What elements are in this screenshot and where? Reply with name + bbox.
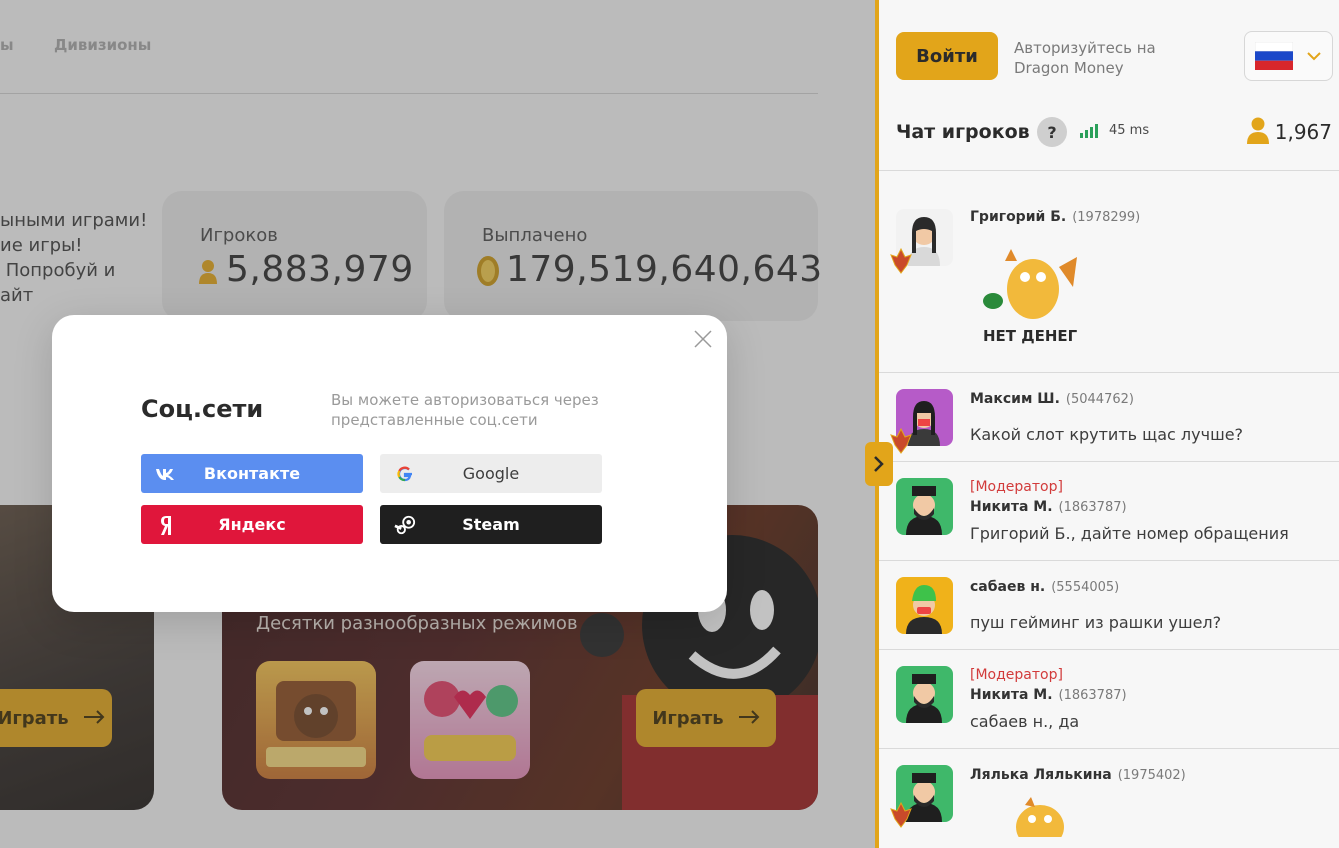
sticker-caption: НЕТ ДЕНЕГ <box>983 327 1078 345</box>
vk-login-button[interactable]: Вконтакте <box>141 454 363 493</box>
author-name: Лялька Лялькина <box>970 767 1112 783</box>
author-id: (1863787) <box>1058 688 1127 703</box>
message-author: Лялька Лялькина (1975402) <box>970 767 1186 783</box>
author-name: Максим Ш. <box>970 391 1060 407</box>
steam-icon <box>394 514 416 536</box>
google-login-button[interactable]: Google <box>380 454 602 493</box>
chat-message: Григорий Б. (1978299) НЕТ ДЕНЕГ <box>879 171 1339 373</box>
chat-message: Лялька Лялькина (1975402) <box>879 749 1339 848</box>
steam-login-button[interactable]: Steam <box>380 505 602 544</box>
message-author: Максим Ш. (5044762) <box>970 391 1134 407</box>
ping-value: 45 ms <box>1109 123 1150 138</box>
avatar[interactable] <box>896 577 953 634</box>
steam-label: Steam <box>462 515 520 534</box>
author-id: (1975402) <box>1117 768 1186 783</box>
chat-header: Чат игроков ? 45 ms 1,967 <box>896 115 1336 151</box>
message-author: Никита М. (1863787) <box>970 499 1127 515</box>
auth-hint: Авторизуйтесь на Dragon Money <box>1014 38 1156 78</box>
message-text: пуш гейминг из рашки ушел? <box>970 613 1222 632</box>
avatar[interactable] <box>896 478 953 535</box>
message-author: Никита М. (1863787) <box>970 687 1127 703</box>
yandex-icon <box>155 514 177 536</box>
rank-badge-icon <box>890 801 912 828</box>
author-id: (1978299) <box>1072 210 1141 225</box>
dragon-sticker-icon <box>1016 797 1064 837</box>
sticker-no-money: НЕТ ДЕНЕГ <box>975 247 1085 347</box>
language-select[interactable] <box>1244 31 1333 81</box>
modal-title: Соц.сети <box>141 395 264 423</box>
social-login-modal: Соц.сети Вы можете авторизоваться через … <box>52 315 727 612</box>
user-icon <box>1247 117 1269 144</box>
vk-label: Вконтакте <box>203 464 301 483</box>
message-text: сабаев н., да <box>970 712 1080 731</box>
login-button[interactable]: Войти <box>896 32 998 80</box>
chevron-right-icon <box>874 456 884 472</box>
author-name: Григорий Б. <box>970 209 1067 225</box>
signal-icon <box>1080 124 1098 138</box>
author-name: сабаев н. <box>970 579 1046 595</box>
dragon-sticker-icon <box>983 249 1077 319</box>
chat-message: [Модератор] Никита М. (1863787) Григорий … <box>879 462 1339 561</box>
chevron-down-icon <box>1307 52 1321 61</box>
auth-hint-line: Авторизуйтесь на <box>1014 39 1156 57</box>
message-author: Григорий Б. (1978299) <box>970 209 1140 225</box>
chat-message: Максим Ш. (5044762) Какой слот крутить ща… <box>879 373 1339 462</box>
close-icon[interactable] <box>693 329 713 349</box>
vk-icon <box>155 463 177 485</box>
author-name: Никита М. <box>970 687 1053 703</box>
chat-sidebar: Войти Авторизуйтесь на Dragon Money Чат … <box>875 0 1339 848</box>
moderator-badge: [Модератор] <box>970 479 1063 495</box>
chat-message: сабаев н. (5554005) пуш гейминг из рашки … <box>879 561 1339 650</box>
author-id: (5044762) <box>1065 392 1134 407</box>
author-name: Никита М. <box>970 499 1053 515</box>
auth-hint-line: Dragon Money <box>1014 59 1124 77</box>
modal-hint: Вы можете авторизоваться через представл… <box>331 391 599 429</box>
avatar[interactable] <box>896 666 953 723</box>
yandex-login-button[interactable]: Яндекс <box>141 505 363 544</box>
google-icon <box>394 463 416 485</box>
help-icon[interactable]: ? <box>1037 117 1067 147</box>
message-author: сабаев н. (5554005) <box>970 579 1119 595</box>
russia-flag-icon <box>1255 42 1293 70</box>
google-label: Google <box>462 464 520 483</box>
message-text: Григорий Б., дайте номер обращения <box>970 524 1289 543</box>
moderator-badge: [Модератор] <box>970 667 1063 683</box>
message-text: Какой слот крутить щас лучше? <box>970 425 1244 444</box>
chat-title: Чат игроков <box>896 121 1030 143</box>
chat-messages: Григорий Б. (1978299) НЕТ ДЕНЕГ Максим Ш.… <box>879 170 1339 848</box>
online-count: 1,967 <box>1274 120 1332 144</box>
chat-message: [Модератор] Никита М. (1863787) сабаев н.… <box>879 650 1339 749</box>
author-id: (1863787) <box>1058 500 1127 515</box>
rank-badge-icon <box>890 247 912 274</box>
author-id: (5554005) <box>1051 580 1120 595</box>
yandex-label: Яндекс <box>218 515 286 534</box>
chat-collapse-toggle[interactable] <box>865 442 893 486</box>
